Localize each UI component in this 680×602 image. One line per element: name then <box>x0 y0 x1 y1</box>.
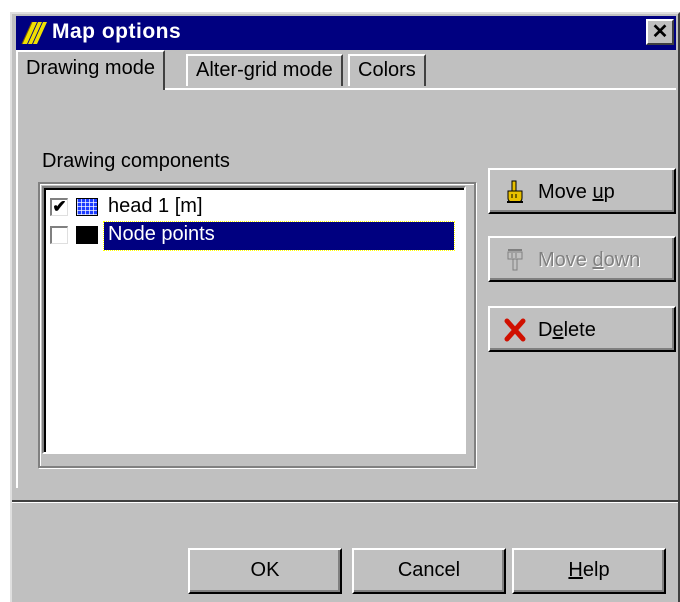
delete-label: Delete <box>538 319 596 341</box>
footer-divider <box>12 500 678 503</box>
solid-swatch-icon <box>76 226 98 244</box>
drawing-components-label: Drawing components <box>42 150 230 172</box>
list-item-node-points[interactable]: Node points <box>50 221 458 251</box>
red-x-icon <box>504 318 526 342</box>
tab-alter-grid-mode[interactable]: Alter-grid mode <box>186 54 343 86</box>
dialog-title: Map options <box>52 20 182 43</box>
map-options-dialog: Map options ✕ Drawing mode Alter-grid mo… <box>10 12 680 602</box>
grid-icon <box>76 198 98 216</box>
delete-button[interactable]: Delete <box>488 306 676 352</box>
head-checkbox[interactable]: ✔ <box>50 198 68 216</box>
tab-colors[interactable]: Colors <box>348 54 426 86</box>
close-button[interactable]: ✕ <box>646 19 674 45</box>
move-up-button[interactable]: Move up <box>488 168 676 214</box>
tab-drawing-mode[interactable]: Drawing mode <box>16 50 165 90</box>
drawing-components-list[interactable]: ✔ head 1 [m] Node points <box>42 186 466 454</box>
ok-button[interactable]: OK <box>188 548 342 594</box>
map-app-icon <box>21 21 47 45</box>
move-up-label: Move up <box>538 181 615 203</box>
list-item-head[interactable]: ✔ head 1 [m] <box>50 194 458 222</box>
move-down-button[interactable]: Move down <box>488 236 676 282</box>
cancel-button[interactable]: Cancel <box>352 548 506 594</box>
hand-pointing-down-icon <box>507 249 523 271</box>
title-bar[interactable]: Map options ✕ <box>16 16 676 50</box>
list-item-label: head 1 [m] <box>108 195 203 217</box>
list-item-label: Node points <box>103 221 455 251</box>
hand-pointing-up-icon <box>507 180 523 203</box>
node-points-checkbox[interactable] <box>50 226 68 244</box>
move-down-label: Move down <box>538 249 641 271</box>
help-button[interactable]: Help <box>512 548 666 594</box>
